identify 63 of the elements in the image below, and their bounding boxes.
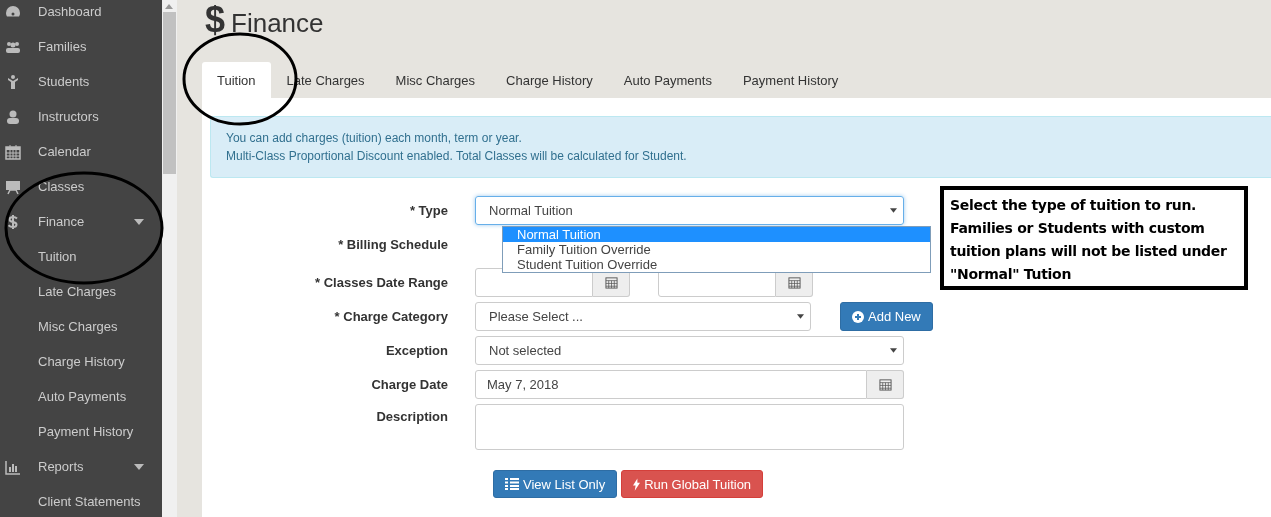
description-field[interactable] xyxy=(475,404,904,450)
tab[interactable]: Auto Payments xyxy=(608,62,727,98)
field-label: * Charge Category xyxy=(333,308,449,326)
nav-item[interactable]: Finance xyxy=(0,204,162,239)
tab[interactable]: Charge History xyxy=(491,62,608,98)
date-field[interactable]: May 7, 2018 xyxy=(475,370,867,399)
scrollbar-thumb[interactable] xyxy=(163,12,176,174)
field-label: * Type xyxy=(408,202,449,220)
dollar-icon: $ xyxy=(205,0,226,40)
field-label: Exception xyxy=(384,342,449,360)
nav-item[interactable]: Families xyxy=(0,29,162,64)
alert-text: Multi-Class Proportional Discount enabled. Total Classes will be calculated for Student. xyxy=(226,149,687,163)
dashboard-icon xyxy=(5,3,21,20)
caret-icon xyxy=(797,314,804,319)
plus-circle-icon xyxy=(852,310,864,323)
nav-item[interactable]: Instructors xyxy=(0,99,162,134)
field-label: Description xyxy=(375,408,449,426)
tab[interactable]: Payment History xyxy=(727,62,854,98)
nav-item[interactable]: Classes xyxy=(0,169,162,204)
calendar-icon xyxy=(604,276,618,289)
field-label: Charge Date xyxy=(370,376,449,394)
nav-item[interactable]: Reports xyxy=(0,449,162,484)
run-button[interactable]: Run Global Tuition xyxy=(621,470,764,498)
nav-subitem[interactable]: Auto Payments xyxy=(0,379,162,414)
calendar-icon xyxy=(5,143,21,160)
nav-subitem[interactable]: Late Charges xyxy=(0,274,162,309)
caret-icon xyxy=(890,208,897,213)
bolt-icon xyxy=(633,477,641,491)
calendar-icon xyxy=(787,276,801,289)
child-icon xyxy=(5,73,21,90)
nav-subitem[interactable]: Tuition xyxy=(0,239,162,274)
nav-subitem[interactable]: Misc Charges xyxy=(0,309,162,344)
field-label: * Classes Date Range xyxy=(314,274,449,292)
alert-text: You can add charges (tuition) each month, term or year. xyxy=(226,131,522,145)
nav-item[interactable]: Dashboard xyxy=(0,0,162,29)
bar-chart-icon xyxy=(5,458,21,475)
nav-item[interactable]: Calendar xyxy=(0,134,162,169)
dropdown-option[interactable]: Normal Tuition xyxy=(503,227,930,242)
select-field[interactable]: Not selected xyxy=(475,336,904,365)
caret-icon xyxy=(890,348,897,353)
dropdown-option[interactable]: Student Tuition Override xyxy=(503,257,930,272)
field-label: * Billing Schedule xyxy=(337,236,449,254)
page-title: Finance xyxy=(231,8,324,39)
list-icon xyxy=(505,478,519,490)
nav-item[interactable]: Students xyxy=(0,64,162,99)
scroll-up-icon[interactable] xyxy=(165,4,173,9)
tab[interactable]: Tuition xyxy=(202,62,271,98)
calendar-button[interactable] xyxy=(867,370,904,399)
tab[interactable]: Misc Charges xyxy=(380,62,491,98)
nav-subitem[interactable]: Payment History xyxy=(0,414,162,449)
nav-subitem[interactable]: Charge History xyxy=(0,344,162,379)
select-field[interactable]: Please Select ... xyxy=(475,302,811,331)
add-new-button[interactable]: Add New xyxy=(840,302,933,331)
calendar-icon xyxy=(878,378,892,391)
monitor-icon xyxy=(5,178,21,195)
view-list-button[interactable]: View List Only xyxy=(493,470,618,498)
caret-icon xyxy=(134,219,144,225)
select-field[interactable]: Normal Tuition xyxy=(475,196,904,225)
callout-text: Select the type of tuition to run. Families or Students with custom tuition plans will not be listed under "Normal" Tution xyxy=(950,197,1227,282)
caret-icon xyxy=(134,464,144,470)
dropdown-option[interactable]: Family Tuition Override xyxy=(503,242,930,257)
user-icon xyxy=(5,108,21,125)
nav-subitem[interactable]: Client Statements xyxy=(0,484,162,517)
